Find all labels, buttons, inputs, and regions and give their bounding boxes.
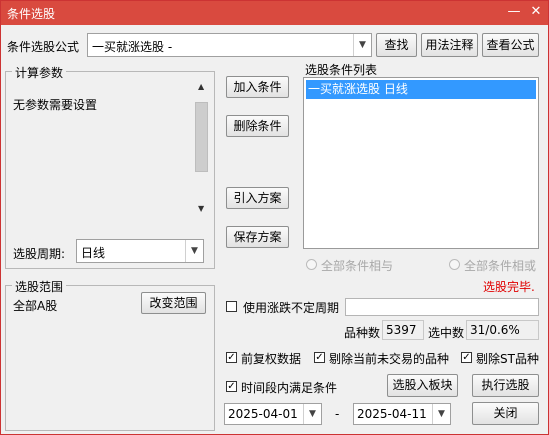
- selected-value: 31/0.6%: [466, 320, 539, 340]
- condition-stock-selection-dialog: 条件选股 — ✕ 条件选股公式 一买就涨选股 - ▼ 查找 用法注释 查看公式 …: [0, 0, 549, 435]
- condition-list-label: 选股条件列表: [305, 63, 378, 77]
- count-value: 5397: [382, 320, 424, 340]
- formula-label: 条件选股公式: [7, 40, 80, 54]
- change-range-button[interactable]: 改变范围: [141, 292, 206, 314]
- time-range-checkbox[interactable]: ✓: [226, 381, 237, 392]
- adjusted-data-checkbox[interactable]: ✓: [226, 352, 237, 363]
- params-message: 无参数需要设置: [13, 98, 98, 112]
- count-label: 品种数: [344, 326, 381, 340]
- condition-list[interactable]: 一买就涨选股 日线: [303, 77, 539, 249]
- end-date-picker[interactable]: 2025-04-11 ▼: [353, 403, 451, 425]
- chevron-down-icon[interactable]: ▼: [353, 34, 371, 56]
- add-condition-button[interactable]: 加入条件: [226, 76, 289, 98]
- unfixed-period-input[interactable]: [345, 298, 539, 316]
- selected-label: 选中数: [428, 326, 465, 340]
- minimize-icon[interactable]: —: [504, 3, 524, 21]
- exclude-st-label: 剔除ST品种: [476, 352, 539, 366]
- scroll-down-icon[interactable]: ▼: [198, 204, 204, 213]
- formula-value: 一买就涨选股 -: [92, 40, 173, 54]
- start-date-picker[interactable]: 2025-04-01 ▼: [224, 403, 322, 425]
- period-combobox[interactable]: 日线 ▼: [76, 239, 204, 263]
- calendar-dropdown-icon[interactable]: ▼: [303, 404, 321, 424]
- scroll-thumb[interactable]: [195, 102, 208, 172]
- find-button[interactable]: 查找: [376, 33, 417, 57]
- period-label: 选股周期:: [13, 247, 66, 261]
- scroll-up-icon[interactable]: ▲: [198, 82, 204, 91]
- calendar-dropdown-icon[interactable]: ▼: [432, 404, 450, 424]
- all-and-radio[interactable]: [306, 259, 317, 270]
- delete-condition-button[interactable]: 删除条件: [226, 115, 289, 137]
- chevron-down-icon[interactable]: ▼: [185, 240, 203, 262]
- list-item[interactable]: 一买就涨选股 日线: [306, 80, 536, 99]
- usage-note-button[interactable]: 用法注释: [421, 33, 478, 57]
- all-or-radio[interactable]: [449, 259, 460, 270]
- all-and-label: 全部条件相与: [321, 259, 394, 273]
- exclude-st-checkbox[interactable]: ✓: [461, 352, 472, 363]
- time-range-label: 时间段内满足条件: [241, 381, 338, 395]
- add-to-block-button[interactable]: 选股入板块: [387, 374, 458, 397]
- import-scheme-button[interactable]: 引入方案: [226, 187, 289, 209]
- close-icon[interactable]: ✕: [526, 3, 546, 21]
- range-group-title: 选股范围: [12, 278, 67, 295]
- range-group: 选股范围 全部A股 改变范围: [5, 278, 215, 431]
- save-scheme-button[interactable]: 保存方案: [226, 226, 289, 248]
- execute-selection-button[interactable]: 执行选股: [472, 374, 539, 397]
- exclude-untraded-label: 剔除当前未交易的品种: [329, 352, 450, 366]
- unfixed-period-checkbox[interactable]: [226, 301, 237, 312]
- view-formula-button[interactable]: 查看公式: [482, 33, 539, 57]
- unfixed-period-label: 使用涨跌不定周期: [243, 301, 340, 315]
- exclude-untraded-checkbox[interactable]: ✓: [314, 352, 325, 363]
- params-scrollbar[interactable]: ▲ ▼: [194, 82, 210, 214]
- start-date-value: 2025-04-01: [228, 407, 298, 421]
- title-bar[interactable]: 条件选股 — ✕: [1, 1, 548, 25]
- window-title: 条件选股: [7, 7, 56, 21]
- status-text: 选股完毕.: [483, 280, 535, 294]
- all-or-label: 全部条件相或: [464, 259, 537, 273]
- close-button[interactable]: 关闭: [472, 402, 539, 425]
- range-value: 全部A股: [13, 299, 58, 313]
- date-separator: -: [335, 407, 340, 421]
- params-group: 计算参数 无参数需要设置 ▲ ▼ 选股周期: 日线 ▼: [5, 64, 215, 269]
- formula-combobox[interactable]: 一买就涨选股 - ▼: [87, 33, 372, 57]
- adjusted-data-label: 前复权数据: [241, 352, 302, 366]
- period-value: 日线: [81, 246, 106, 260]
- params-group-title: 计算参数: [12, 64, 67, 81]
- end-date-value: 2025-04-11: [357, 407, 427, 421]
